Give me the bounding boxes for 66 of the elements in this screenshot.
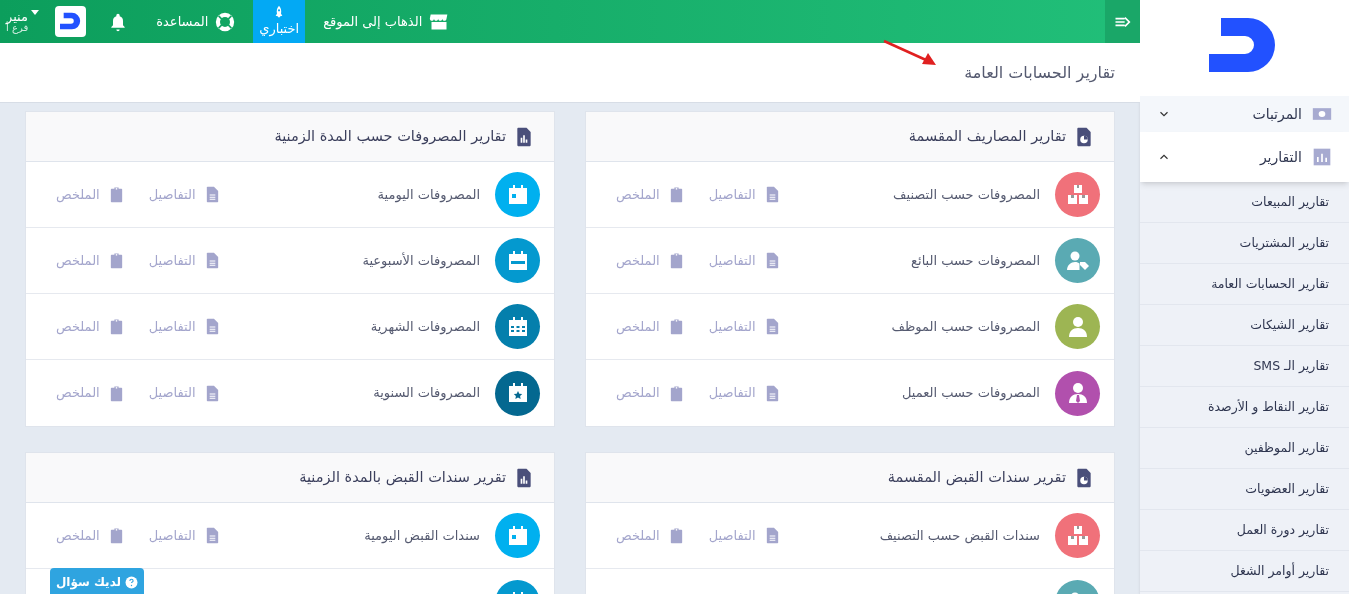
lifebuoy-icon bbox=[215, 11, 236, 32]
help-button[interactable]: لديك سؤال bbox=[50, 568, 144, 594]
report-name: المصروفات حسب التصنيف bbox=[893, 185, 1040, 205]
bar-chart-document-icon bbox=[514, 467, 534, 488]
summary-link[interactable]: الملخص bbox=[616, 316, 685, 337]
submenu-item[interactable]: تقارير الحسابات العامة bbox=[1140, 264, 1349, 305]
details-link[interactable]: التفاصيل bbox=[148, 383, 221, 403]
sidebar-toggle-button[interactable] bbox=[1105, 0, 1140, 43]
details-link[interactable]: التفاصيل bbox=[708, 383, 781, 403]
summary-link[interactable]: الملخص bbox=[56, 250, 125, 271]
summary-link[interactable]: الملخص bbox=[56, 184, 125, 205]
summary-link[interactable]: الملخص bbox=[56, 316, 125, 337]
question-icon bbox=[125, 575, 139, 589]
boxes-icon bbox=[1065, 182, 1090, 207]
report-name: المصروفات الأسبوعية bbox=[362, 251, 480, 271]
submenu-item[interactable]: تقارير دورة العمل bbox=[1140, 510, 1349, 551]
branch-name: فرع أ bbox=[6, 23, 29, 33]
submenu-item[interactable]: تقارير الشيكات bbox=[1140, 305, 1349, 346]
report-name: المصروفات السنوية bbox=[373, 384, 480, 403]
details-link[interactable]: التفاصيل bbox=[708, 316, 781, 337]
summary-link[interactable]: الملخص bbox=[616, 383, 685, 403]
card-title: تقرير سندات القبض بالمدة الزمنية bbox=[299, 467, 506, 488]
report-name: المصروفات حسب الموظف bbox=[891, 317, 1040, 337]
pie-chart-document-icon bbox=[1074, 126, 1094, 147]
report-name: المصروفات الشهرية bbox=[370, 317, 480, 337]
sidebar-item[interactable]: المرتبات bbox=[1140, 96, 1349, 132]
report-name: المصروفات حسب البائع bbox=[911, 251, 1040, 271]
summary-link[interactable]: الملخص bbox=[616, 525, 685, 546]
details-link[interactable]: التفاصيل bbox=[708, 525, 781, 546]
summary-link[interactable]: الملخص bbox=[56, 383, 125, 403]
card-title: تقارير المصروفات حسب المدة الزمنية bbox=[274, 126, 506, 147]
submenu-item[interactable]: تقارير المبيعات bbox=[1140, 182, 1349, 223]
arrow-drawing bbox=[882, 39, 938, 67]
boxes-icon bbox=[1065, 523, 1090, 548]
sidebar-item[interactable]: التقارير bbox=[1140, 132, 1349, 182]
submenu-item[interactable]: تقارير أوامر الشغل bbox=[1140, 551, 1349, 592]
summary-link[interactable]: الملخص bbox=[616, 250, 685, 271]
bar-chart-icon bbox=[1312, 147, 1332, 167]
pie-chart-document-icon bbox=[1074, 467, 1094, 488]
report-name: سندات القبض اليومية bbox=[364, 526, 480, 546]
submenu-item[interactable]: تقارير الـ SMS bbox=[1140, 346, 1349, 387]
details-link[interactable]: التفاصيل bbox=[148, 316, 221, 337]
summary-link[interactable]: الملخص bbox=[56, 525, 125, 546]
user-menu-button[interactable]: منير فرع أ bbox=[0, 0, 44, 43]
submenu-item[interactable]: تقارير النقاط و الأرصدة bbox=[1140, 387, 1349, 428]
report-name: سندات القبض حسب التصنيف bbox=[879, 526, 1040, 546]
caret-icon bbox=[31, 10, 40, 15]
report-name: المصروفات حسب العميل bbox=[901, 384, 1040, 403]
details-link[interactable]: التفاصيل bbox=[148, 250, 221, 271]
details-link[interactable]: التفاصيل bbox=[148, 525, 221, 546]
page-title: تقارير الحسابات العامة bbox=[964, 61, 1115, 85]
summary-link[interactable]: الملخص bbox=[616, 184, 685, 205]
report-name: المصروفات اليومية bbox=[377, 185, 480, 205]
submenu-item[interactable]: تقارير الموظفين bbox=[1140, 428, 1349, 469]
nav-link[interactable]: الذهاب إلى الموقع bbox=[317, 0, 456, 43]
submenu-item[interactable]: تقارير العضويات bbox=[1140, 469, 1349, 510]
user-name: منير bbox=[6, 10, 28, 23]
nav-tab[interactable]: اختباري bbox=[253, 0, 306, 43]
details-link[interactable]: التفاصيل bbox=[708, 250, 781, 271]
nav-link[interactable]: المساعدة bbox=[150, 0, 242, 43]
bar-chart-document-icon bbox=[514, 126, 534, 147]
details-link[interactable]: التفاصيل bbox=[708, 184, 781, 205]
submenu-item[interactable]: تقارير المشتريات bbox=[1140, 223, 1349, 264]
details-link[interactable]: التفاصيل bbox=[148, 184, 221, 205]
card-title: تقارير المصاريف المقسمة bbox=[908, 126, 1066, 147]
card-title: تقرير سندات القبض المقسمة bbox=[887, 467, 1066, 488]
